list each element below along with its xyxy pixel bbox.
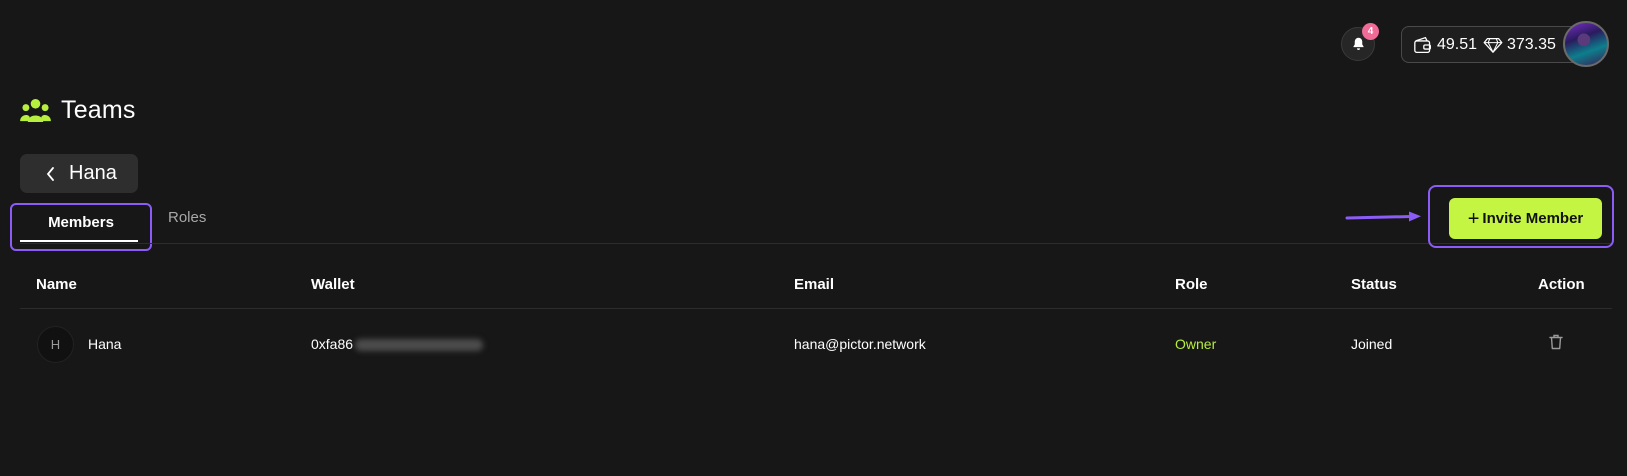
diamond-icon — [1483, 37, 1503, 53]
arrow-right-icon — [1345, 211, 1421, 222]
page-title: Teams — [20, 96, 136, 125]
column-header-name: Name — [36, 276, 77, 293]
member-status: Joined — [1351, 336, 1393, 352]
users-icon — [20, 98, 51, 123]
notification-count-badge: 4 — [1362, 23, 1379, 40]
column-header-role: Role — [1175, 276, 1208, 293]
invite-member-label: Invite Member — [1482, 210, 1584, 227]
back-button[interactable]: Hana — [20, 154, 138, 193]
wallet-balance: 49.51 — [1413, 27, 1477, 62]
tabs-divider — [20, 243, 1612, 244]
column-header-action: Action — [1538, 276, 1585, 293]
tab-members[interactable]: Members — [10, 203, 152, 241]
wallet-icon — [1414, 36, 1432, 53]
page-title-text: Teams — [61, 96, 136, 124]
tab-roles[interactable]: Roles — [168, 209, 206, 226]
wallet-amount: 49.51 — [1437, 35, 1478, 53]
member-wallet: 0xfa86 — [311, 336, 484, 352]
wallet-address-visible: 0xfa86 — [311, 336, 354, 352]
plus-icon: + — [1467, 207, 1480, 230]
trash-icon[interactable] — [1549, 334, 1563, 350]
header-divider — [20, 308, 1612, 309]
member-email: hana@pictor.network — [794, 336, 926, 352]
column-header-email: Email — [794, 276, 835, 293]
wallet-address-redacted — [355, 339, 484, 352]
active-tab-indicator — [20, 240, 138, 242]
bell-icon — [1353, 37, 1363, 50]
chevron-left-icon — [46, 166, 54, 181]
column-header-status: Status — [1351, 276, 1397, 293]
member-name: Hana — [88, 336, 122, 352]
invite-member-button[interactable]: + Invite Member — [1449, 198, 1602, 239]
member-avatar: H — [37, 326, 74, 363]
column-header-wallet: Wallet — [311, 276, 355, 293]
team-name: Hana — [69, 162, 117, 184]
user-avatar[interactable] — [1563, 21, 1609, 67]
gem-balance: 373.35 — [1483, 27, 1556, 62]
member-role: Owner — [1175, 336, 1217, 352]
gem-amount: 373.35 — [1507, 35, 1556, 53]
